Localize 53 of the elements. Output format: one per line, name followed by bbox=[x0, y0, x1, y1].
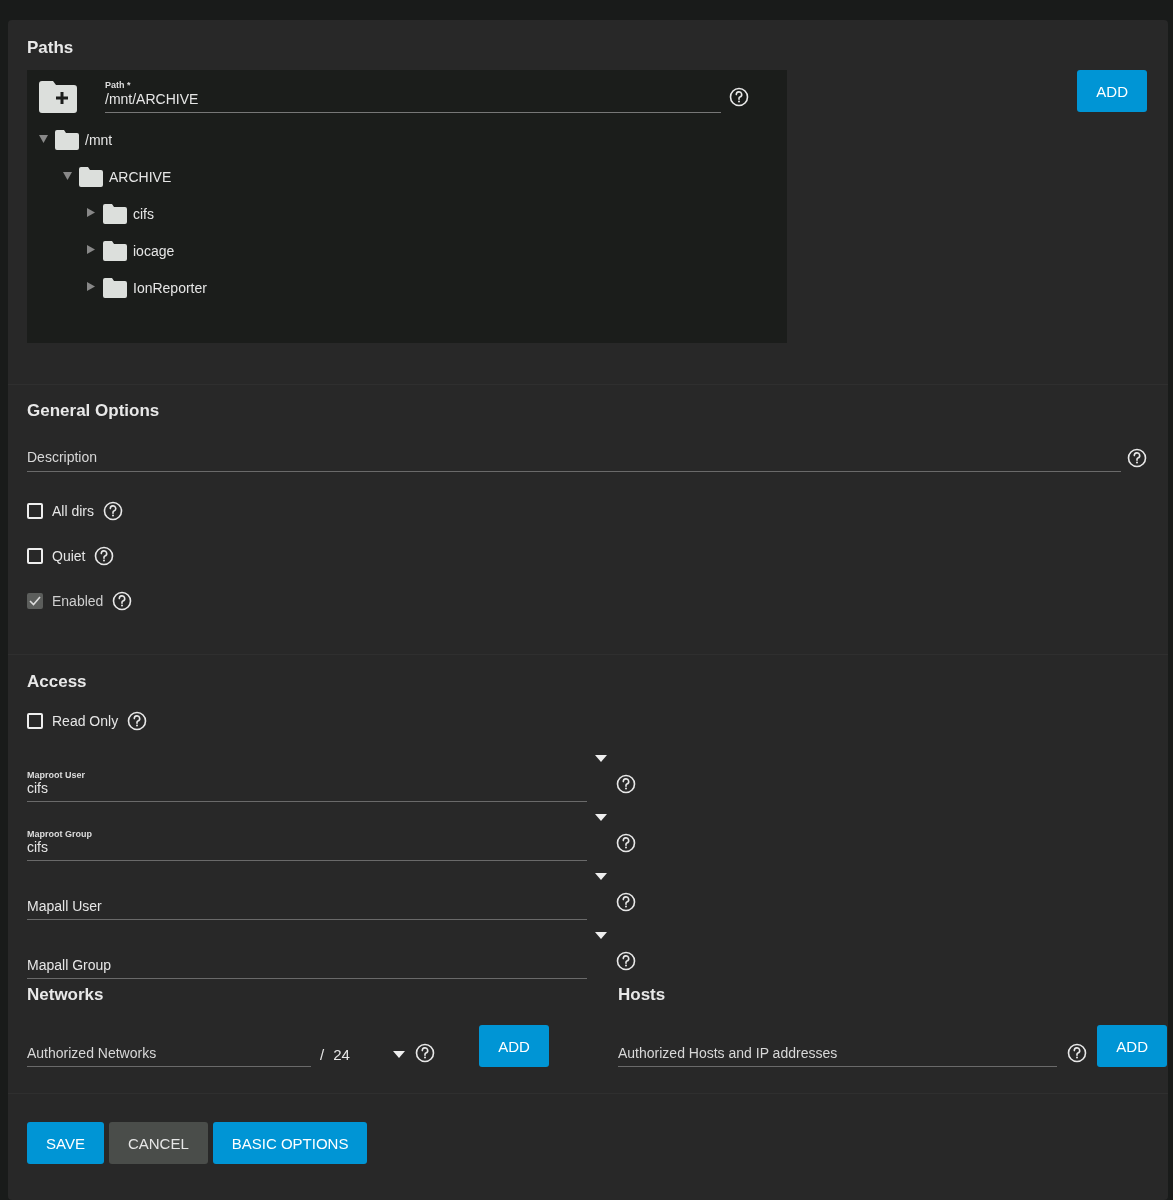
section-title: Access bbox=[27, 672, 88, 692]
folder-icon bbox=[79, 166, 103, 187]
hosts-field[interactable]: Authorized Hosts and IP addresses bbox=[618, 1039, 1058, 1067]
folder-name[interactable]: iocage bbox=[133, 242, 175, 259]
dropdown-arrow-icon[interactable] bbox=[595, 932, 607, 939]
mask-select[interactable]: 24 bbox=[333, 1046, 394, 1063]
help-icon[interactable] bbox=[616, 774, 636, 794]
select-field[interactable]: Mapall User bbox=[27, 884, 587, 920]
checkbox-label: Quiet bbox=[52, 547, 86, 564]
section-title: Networks bbox=[27, 985, 105, 1005]
expand-toggle[interactable] bbox=[87, 282, 97, 293]
help-icon[interactable] bbox=[94, 545, 115, 566]
section-title: General Options bbox=[27, 401, 161, 421]
select-field[interactable]: Maproot Group cifs bbox=[27, 825, 587, 861]
help-icon[interactable] bbox=[112, 590, 133, 611]
help-icon[interactable] bbox=[616, 833, 636, 853]
folder-icon bbox=[55, 129, 79, 150]
dropdown-arrow-icon[interactable] bbox=[393, 1051, 406, 1058]
expand-toggle[interactable] bbox=[87, 208, 97, 219]
path-field[interactable]: Path * /mnt/ARCHIVE bbox=[105, 80, 721, 113]
folder-name[interactable]: cifs bbox=[133, 205, 154, 222]
networks-field[interactable]: Authorized Networks bbox=[27, 1039, 311, 1067]
checkbox-label: All dirs bbox=[52, 502, 94, 519]
section-title: Hosts bbox=[618, 985, 667, 1005]
expand-toggle[interactable] bbox=[87, 245, 97, 256]
help-icon[interactable] bbox=[1067, 1043, 1088, 1063]
expand-toggle[interactable] bbox=[63, 171, 73, 182]
add-folder-icon[interactable] bbox=[39, 80, 77, 113]
help-icon[interactable] bbox=[415, 1043, 436, 1063]
mask-separator: / bbox=[320, 1046, 325, 1063]
folder-name[interactable]: ARCHIVE bbox=[109, 168, 172, 185]
folder-icon bbox=[103, 240, 127, 261]
help-icon[interactable] bbox=[616, 951, 636, 971]
checkbox-label: Enabled bbox=[52, 592, 104, 609]
cancel-button[interactable]: CANCEL bbox=[108, 1122, 208, 1164]
help-icon[interactable] bbox=[616, 892, 636, 912]
help-icon[interactable] bbox=[127, 710, 148, 731]
checkbox-label: Read Only bbox=[52, 712, 119, 729]
folder-name[interactable]: IonReporter bbox=[133, 279, 207, 296]
folder-icon bbox=[103, 277, 127, 298]
folder-name[interactable]: /mnt bbox=[85, 131, 113, 148]
select-field[interactable]: Maproot User cifs bbox=[27, 766, 587, 802]
help-icon[interactable] bbox=[729, 86, 749, 107]
expand-toggle[interactable] bbox=[39, 134, 49, 145]
help-icon[interactable] bbox=[103, 500, 123, 521]
dropdown-arrow-icon[interactable] bbox=[595, 873, 607, 880]
section-title: Paths bbox=[27, 38, 75, 58]
help-icon[interactable] bbox=[1127, 447, 1147, 468]
dropdown-arrow-icon[interactable] bbox=[595, 814, 607, 821]
folder-icon bbox=[103, 203, 127, 224]
select-field[interactable]: Mapall Group bbox=[27, 943, 587, 979]
description-field[interactable]: Description bbox=[27, 443, 1121, 472]
dropdown-arrow-icon[interactable] bbox=[595, 755, 607, 762]
